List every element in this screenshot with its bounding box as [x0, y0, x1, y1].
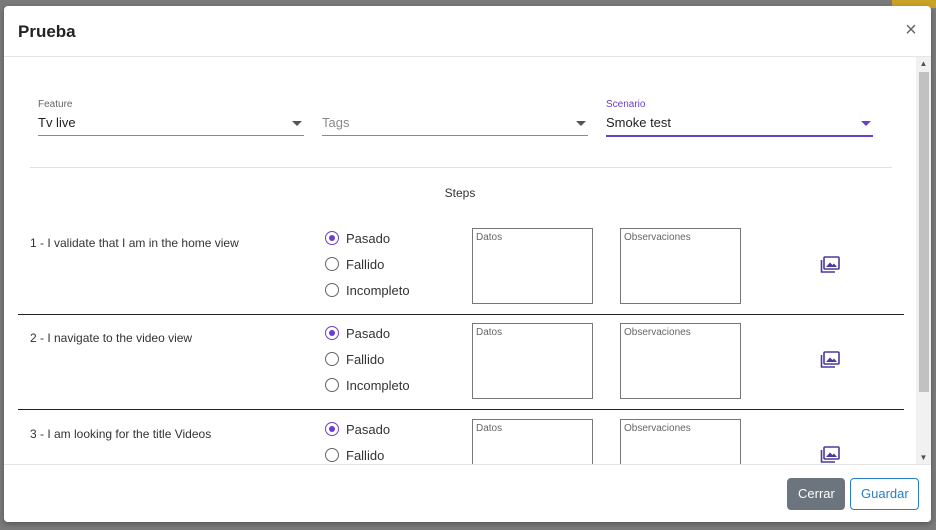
- radio-button[interactable]: [325, 326, 339, 340]
- scenario-label: Scenario: [606, 99, 646, 110]
- radio-label: Fallido: [346, 256, 385, 272]
- radio-pasado[interactable]: Pasado: [325, 228, 390, 248]
- image-gallery-icon[interactable]: [820, 446, 840, 464]
- radio-pasado[interactable]: Pasado: [325, 419, 390, 439]
- datos-textarea[interactable]: [472, 323, 593, 399]
- radio-button[interactable]: [325, 422, 339, 436]
- close-button[interactable]: Cerrar: [787, 478, 845, 510]
- scenario-value: Smoke test: [606, 115, 672, 130]
- radio-fallido[interactable]: Fallido: [325, 254, 384, 274]
- dialog-footer: Cerrar Guardar: [4, 464, 931, 522]
- scroll-down-icon[interactable]: ▼: [916, 451, 931, 465]
- save-button[interactable]: Guardar: [850, 478, 919, 510]
- radio-fallido[interactable]: Fallido: [325, 445, 384, 465]
- step-row: 3 - I am looking for the title Videos Pa…: [18, 411, 904, 465]
- scenario-select[interactable]: Scenario Smoke test: [606, 95, 873, 137]
- radio-button[interactable]: [325, 378, 339, 392]
- chevron-down-icon: [292, 121, 302, 126]
- image-gallery-icon[interactable]: [820, 256, 840, 274]
- radio-button[interactable]: [325, 283, 339, 297]
- radio-label: Fallido: [346, 351, 385, 367]
- observaciones-textarea[interactable]: [620, 228, 741, 304]
- radio-label: Incompleto: [346, 282, 410, 298]
- radio-incompleto[interactable]: Incompleto: [325, 375, 410, 395]
- radio-label: Fallido: [346, 447, 385, 463]
- close-icon[interactable]: ×: [901, 20, 921, 40]
- feature-select[interactable]: Feature Tv live: [38, 95, 304, 136]
- radio-label: Pasado: [346, 325, 391, 341]
- step-row: 1 - I validate that I am in the home vie…: [18, 220, 904, 315]
- scrollbar-thumb[interactable]: [919, 72, 929, 392]
- dialog-title: Prueba: [18, 22, 76, 41]
- radio-label: Pasado: [346, 421, 391, 437]
- feature-label: Feature: [38, 99, 73, 110]
- radio-button[interactable]: [325, 231, 339, 245]
- scroll-up-icon[interactable]: ▲: [916, 57, 931, 71]
- radio-label: Pasado: [346, 230, 391, 246]
- image-gallery-icon[interactable]: [820, 351, 840, 369]
- step-label: 3 - I am looking for the title Videos: [30, 427, 212, 441]
- step-row: 2 - I navigate to the video view Pasado …: [18, 315, 904, 410]
- radio-pasado[interactable]: Pasado: [325, 323, 390, 343]
- radio-button[interactable]: [325, 257, 339, 271]
- radio-button[interactable]: [325, 352, 339, 366]
- chevron-down-icon: [861, 121, 871, 126]
- tags-placeholder: Tags: [322, 115, 350, 130]
- step-label: 1 - I validate that I am in the home vie…: [30, 236, 239, 250]
- tags-select[interactable]: Tags: [322, 95, 588, 136]
- observaciones-textarea[interactable]: [620, 323, 741, 399]
- datos-textarea[interactable]: [472, 228, 593, 304]
- feature-value: Tv live: [38, 115, 76, 130]
- steps-heading: Steps: [444, 186, 476, 200]
- vertical-scrollbar[interactable]: ▲ ▼: [916, 57, 931, 465]
- test-dialog: Prueba × Feature Tv live Tags Scenario S…: [4, 6, 931, 522]
- datos-textarea[interactable]: [472, 419, 593, 465]
- radio-button[interactable]: [325, 448, 339, 462]
- observaciones-textarea[interactable]: [620, 419, 741, 465]
- chevron-down-icon: [576, 121, 586, 126]
- dialog-body: Feature Tv live Tags Scenario Smoke test…: [4, 57, 931, 465]
- radio-incompleto[interactable]: Incompleto: [325, 280, 410, 300]
- radio-fallido[interactable]: Fallido: [325, 349, 384, 369]
- radio-label: Incompleto: [346, 377, 410, 393]
- dialog-header: Prueba ×: [4, 6, 931, 57]
- step-label: 2 - I navigate to the video view: [30, 331, 193, 345]
- filters-divider: [30, 167, 892, 168]
